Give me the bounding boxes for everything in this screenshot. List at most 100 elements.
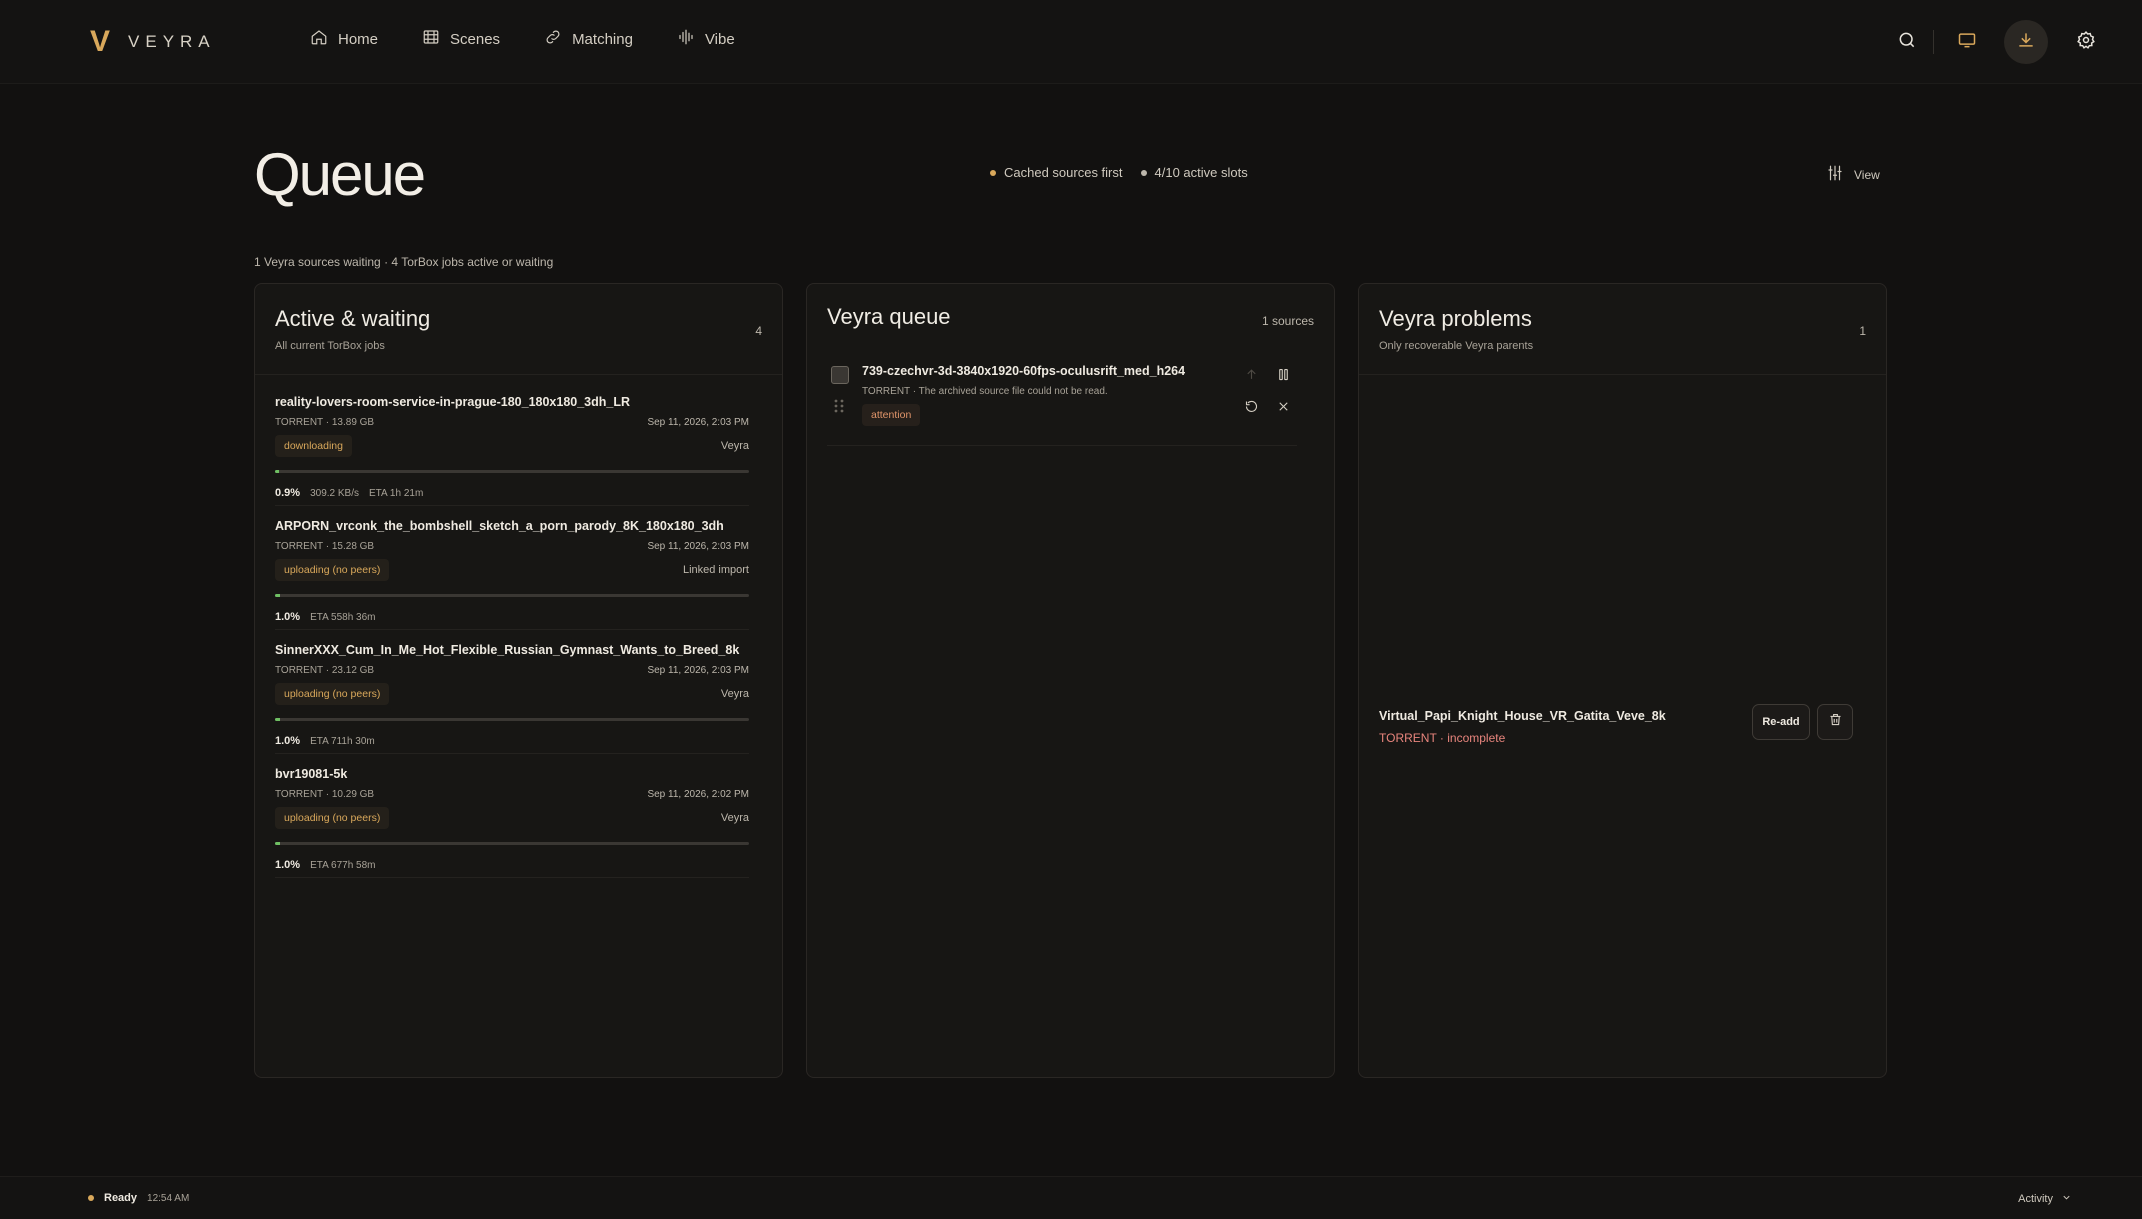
progress-percent: 0.9% [275,487,301,499]
pause-icon [1276,367,1291,387]
select-checkbox[interactable] [831,366,849,384]
progress-fill [275,718,280,721]
status-badge: downloading [275,435,352,457]
waveform-icon [677,28,695,50]
pause-button[interactable] [1274,368,1292,386]
download-icon [2016,30,2036,55]
progress-percent: 1.0% [275,859,301,871]
veyra-queue-panel: Veyra queue 1 sources 739-czechvr-3d-384… [806,283,1335,1078]
status-text: Ready [104,1192,138,1204]
cache-priority-pill: Cached sources first [990,165,1123,180]
pill-label: Cached sources first [1004,165,1123,180]
status-dot [990,169,996,176]
nav-label: Vibe [704,30,735,48]
job-name: bvr19081-5k [275,767,348,781]
retry-button[interactable] [1242,400,1260,418]
progress-bar [275,842,749,845]
job-row[interactable]: SinnerXXX_Cum_In_Me_Hot_Flexible_Russian… [275,630,749,754]
brand-name: VEYRA [128,32,216,51]
nav-label: Scenes [450,30,501,48]
queue-item-name: 739-czechvr-3d-3840x1920-60fps-oculusrif… [862,364,1186,378]
close-icon [1276,399,1291,419]
job-name: reality-lovers-room-service-in-prague-18… [275,395,631,409]
view-label: View [1854,167,1880,182]
link-icon [544,28,562,50]
activity-label: Activity [2018,1193,2053,1205]
progress-fill [275,842,280,845]
job-row[interactable]: reality-lovers-room-service-in-prague-18… [275,382,749,506]
download-speed: 309.2 KB/s [310,488,359,499]
problem-meta: TORRENT · incomplete [1379,731,1506,745]
nav-item-home[interactable]: Home [310,28,378,50]
retry-icon [1244,399,1259,419]
job-date: Sep 11, 2026, 2:03 PM [647,665,749,676]
activity-toggle[interactable]: Activity [2018,1192,2072,1206]
status-badge: uploading (no peers) [275,559,390,581]
attention-badge: attention [862,404,921,426]
nav-item-vibe[interactable]: Vibe [677,28,735,50]
delete-button[interactable] [1817,704,1853,740]
job-meta: TORRENT · 10.29 GB [275,789,375,800]
progress-percent: 1.0% [275,735,301,747]
job-stats: 0.9% 309.2 KB/s ETA 1h 21m [275,487,423,499]
eta: ETA 711h 30m [310,736,375,747]
status-time: 12:54 AM [147,1192,190,1204]
job-row[interactable]: ARPORN_vrconk_the_bombshell_sketch_a_por… [275,506,749,630]
eta: ETA 1h 21m [369,488,424,499]
re-add-button[interactable]: Re-add [1752,704,1810,740]
arrow-up-icon [1244,367,1259,387]
status-badge: uploading (no peers) [275,683,390,705]
move-up-button[interactable] [1242,368,1260,386]
status-dot [1140,169,1147,176]
monitor-icon [1957,30,1977,55]
panel-header: Veyra problems Only recoverable Veyra pa… [1359,284,1886,375]
source-count: 1 sources [1261,314,1314,328]
downloads-button[interactable] [2004,20,2048,64]
gear-icon [2076,30,2096,55]
nav-item-scenes[interactable]: Scenes [422,28,500,50]
job-date: Sep 11, 2026, 2:02 PM [647,789,749,800]
nav-label: Home [338,30,379,48]
job-name: SinnerXXX_Cum_In_Me_Hot_Flexible_Russian… [275,643,740,657]
panel-title: Veyra queue [827,304,951,329]
status-footer: Ready 12:54 AM Activity [0,1176,2142,1219]
progress-percent: 1.0% [275,611,301,623]
panel-title: Active & waiting [275,306,431,331]
veyra-problems-panel: Veyra problems Only recoverable Veyra pa… [1358,283,1887,1078]
panel-subtitle: Only recoverable Veyra parents [1379,340,1534,352]
active-slots-pill: 4/10 active slots [1140,165,1248,180]
problem-count: 1 [1859,324,1866,338]
top-navigation-bar: V VEYRA Home Scenes Matching Vibe [0,0,2142,84]
page-title: Queue [254,141,426,208]
status-dot [88,1195,94,1201]
job-source: Veyra [720,688,749,700]
eta: ETA 558h 36m [310,612,376,623]
nav-item-matching[interactable]: Matching [544,28,633,50]
film-icon [422,28,440,50]
queue-summary: 1 Veyra sources waiting · 4 TorBox jobs … [254,255,554,269]
queue-item[interactable]: 739-czechvr-3d-3840x1920-60fps-oculusrif… [827,354,1297,446]
job-meta: TORRENT · 15.28 GB [275,541,375,552]
panel-header: Active & waiting All current TorBox jobs… [255,284,782,375]
divider [1933,30,1934,54]
job-meta: TORRENT · 23.12 GB [275,665,375,676]
queue-item-meta: TORRENT · The archived source file could… [862,386,1108,397]
job-count: 4 [755,324,762,338]
settings-button[interactable] [2064,20,2108,64]
job-row[interactable]: bvr19081-5k TORRENT · 10.29 GB Sep 11, 2… [275,754,749,878]
player-button[interactable] [1945,20,1989,64]
problem-name: Virtual_Papi_Knight_House_VR_Gatita_Veve… [1379,709,1666,723]
view-options-button[interactable]: View [1826,164,1880,185]
status-pills: Cached sources first 4/10 active slots [990,165,1248,180]
drag-handle-icon[interactable] [833,398,845,414]
job-stats: 1.0% ETA 558h 36m [275,611,376,623]
job-stats: 1.0% ETA 677h 58m [275,859,376,871]
job-stats: 1.0% ETA 711h 30m [275,735,375,747]
job-meta: TORRENT · 13.89 GB [275,417,375,428]
job-source: Veyra [720,440,749,452]
brand-logo[interactable]: V VEYRA [90,27,216,57]
sliders-icon [1826,164,1844,185]
search-button[interactable] [1885,20,1929,64]
remove-button[interactable] [1274,400,1292,418]
panel-subtitle: All current TorBox jobs [275,340,385,352]
